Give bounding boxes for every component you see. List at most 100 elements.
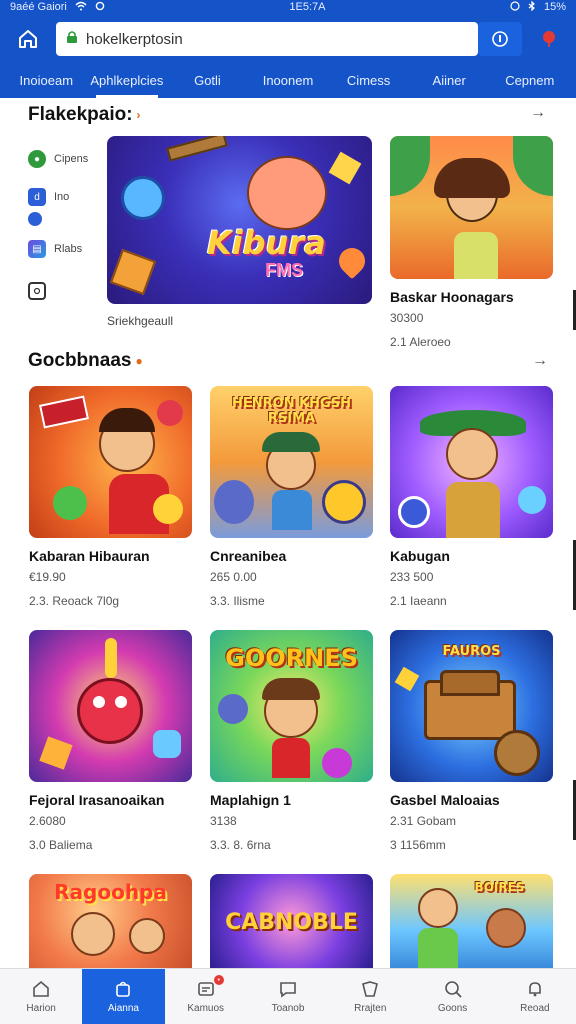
shirt-decoration	[272, 738, 310, 778]
nav-search[interactable]: Goons	[411, 969, 493, 1024]
game-logo-text: FAUROS	[442, 644, 501, 659]
eye-decoration	[115, 696, 127, 708]
game-price: 3138	[210, 814, 237, 828]
boy-character	[71, 912, 115, 956]
search-icon	[442, 979, 464, 999]
tabs-button[interactable]	[478, 22, 522, 56]
game-price: 2.6080	[29, 814, 66, 828]
game-logo-text: HENRON KHGSH RSIMA	[232, 396, 351, 426]
address-bar[interactable]: hokelkerptosin	[56, 22, 478, 56]
game-thumbnail: GOORNES	[210, 630, 373, 782]
game-rating: 3.3. Ilisme	[210, 594, 265, 608]
bag-icon	[112, 979, 134, 999]
message-icon	[195, 979, 217, 999]
game-card[interactable]: GOORNES Maplahign 1 3138 3.3. 8. 6rna	[210, 630, 373, 852]
tab-7[interactable]: Cepnem	[489, 64, 570, 98]
side-item[interactable]: ▤ Rlabs	[28, 230, 100, 268]
tab-5[interactable]: Cimess	[328, 64, 409, 98]
featured-banner[interactable]: Kibura FMS	[107, 136, 372, 304]
shirt-decoration	[418, 928, 458, 968]
chest-lid	[440, 670, 500, 696]
tabs-icon	[492, 31, 508, 47]
section-title-text: Gocbbnaas	[28, 350, 132, 371]
section-arrow-icon[interactable]: →	[530, 104, 546, 122]
game-card[interactable]: HENRON KHGSH RSIMA Cnreanibea 265 0.00 3…	[210, 386, 373, 608]
nav-label: Toanob	[271, 1003, 305, 1014]
hair-decoration	[99, 408, 155, 432]
game-name: Gasbel Maloaias	[390, 792, 500, 808]
tab-1[interactable]: Inoioeam	[6, 64, 87, 98]
candle-decoration	[105, 638, 117, 678]
plank-decoration	[166, 136, 228, 162]
banner-caption: Sriekhgeaull	[107, 314, 174, 328]
side-item[interactable]	[28, 208, 100, 230]
tab-4[interactable]: Inoonem	[248, 64, 329, 98]
section-arrow-icon[interactable]: →	[532, 352, 548, 370]
banner-logo: Kibura	[207, 224, 326, 262]
cube-decoration	[39, 736, 73, 770]
side-item-label: Cipens	[54, 153, 89, 165]
notification-badge: •	[213, 975, 224, 985]
palm-decoration	[513, 136, 553, 196]
gem-decoration	[394, 666, 420, 692]
status-carrier: 9aéé Gaiori	[10, 1, 67, 13]
featured-card[interactable]: Baskar Hoonagars 30300 2.1 Aleroeo	[390, 136, 553, 349]
game-rating: 3 1156mm	[390, 838, 446, 852]
blue-app-icon: d	[28, 188, 46, 206]
lock-icon	[66, 30, 78, 48]
side-item[interactable]	[28, 272, 100, 310]
nav-profile[interactable]: Reoad	[494, 969, 576, 1024]
tab-3[interactable]: Gotli	[167, 64, 248, 98]
game-card[interactable]: CABNOBLE	[210, 874, 373, 968]
game-logo-text: CABNOBLE	[225, 910, 358, 935]
card-rating: 2.1 Aleroeo	[390, 335, 451, 349]
nav-apps[interactable]: Aianna	[82, 969, 165, 1024]
nav-label: Harion	[26, 1003, 56, 1014]
notification-icon[interactable]	[534, 29, 564, 49]
ball-decoration	[322, 480, 366, 524]
shirt-decoration	[446, 482, 500, 538]
wifi-icon	[75, 1, 87, 14]
url-text: hokelkerptosin	[86, 30, 183, 48]
game-logo-text: BOIRES	[474, 880, 525, 894]
nav-home[interactable]: Harion	[0, 969, 82, 1024]
side-item[interactable]: ● Cipens	[28, 140, 100, 178]
game-name: Kabaran Hibauran	[29, 548, 150, 564]
bubble-decoration	[53, 486, 87, 520]
bell-icon	[524, 979, 546, 999]
nav-label: Reoad	[520, 1003, 550, 1014]
game-card[interactable]: FAUROS Gasbel Maloaias 2.31 Gobam 3 1156…	[390, 630, 553, 852]
game-card[interactable]: BOIRES	[390, 874, 553, 968]
game-card[interactable]: Ragoohpa	[29, 874, 192, 968]
palm-decoration	[390, 136, 430, 196]
sign-decoration	[39, 395, 89, 429]
bottom-navigation: Harion Aianna • Kamuos Toanob Rrajten Go…	[0, 968, 576, 1024]
game-card[interactable]: Kabugan 233 500 2.1 Iaeann	[390, 386, 553, 608]
game-card[interactable]: Fejoral Irasanoaikan 2.6080 3.0 Baliema	[29, 630, 192, 852]
banner-subtitle: FMS	[265, 260, 303, 280]
game-price: 265 0.00	[210, 570, 257, 584]
game-thumbnail	[29, 630, 192, 782]
game-name: Cnreanibea	[210, 548, 287, 564]
home-icon	[30, 979, 52, 999]
card-price: 30300	[390, 311, 424, 325]
home-icon[interactable]	[12, 23, 44, 55]
boy-character	[486, 908, 526, 948]
game-name: Maplahign 1	[210, 792, 291, 808]
monster-character	[77, 678, 143, 744]
side-item-label: Rlabs	[54, 243, 83, 255]
game-rating: 3.3. 8. 6rna	[210, 838, 271, 852]
game-card[interactable]: Kabaran Hibauran €19.90 2.3. Reoack 7l0g	[29, 386, 192, 608]
tab-2[interactable]: Aphlkeplcies	[87, 64, 168, 98]
tab-6[interactable]: Aiiner	[409, 64, 490, 98]
status-bar: 9aéé Gaiori 1E5:7A 15%	[0, 0, 576, 14]
status-time: 1E5:7A	[289, 1, 326, 13]
creature-decoration	[218, 694, 248, 724]
nav-store[interactable]: Rrajten	[329, 969, 411, 1024]
nav-messages[interactable]: • Kamuos	[165, 969, 247, 1024]
eye-decoration	[93, 696, 105, 708]
game-price: 233 500	[390, 570, 434, 584]
game-thumbnail	[390, 386, 553, 538]
nav-chat[interactable]: Toanob	[247, 969, 329, 1024]
app-header: 9aéé Gaiori 1E5:7A 15% hokelkerptosin In…	[0, 0, 576, 98]
